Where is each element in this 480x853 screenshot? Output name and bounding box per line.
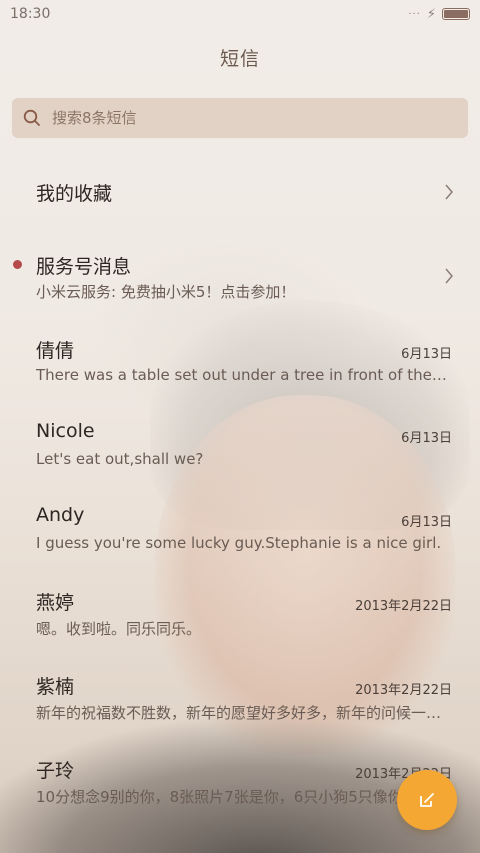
status-bar: 18:30 ··· ⚡ <box>0 0 480 28</box>
contact-name: 紫楠 <box>36 676 75 698</box>
message-preview: 嗯。收到啦。同乐同乐。 <box>36 620 202 638</box>
charging-icon: ⚡ <box>426 6 436 22</box>
contact-name: Andy <box>36 504 85 526</box>
service-name: 服务号消息 <box>36 256 132 278</box>
compose-button[interactable] <box>397 770 457 830</box>
message-preview: I guess you're some lucky guy.Stephanie … <box>36 534 442 552</box>
signal-icon: ··· <box>408 8 421 20</box>
conversation-row[interactable]: 燕婷 2013年2月22日 嗯。收到啦。同乐同乐。 <box>0 576 480 656</box>
search-icon <box>23 109 40 126</box>
unread-indicator <box>13 260 22 269</box>
favorites-label: 我的收藏 <box>36 183 113 205</box>
message-date: 6月13日 <box>401 431 452 446</box>
contact-name: 倩倩 <box>36 340 75 362</box>
page-title: 短信 <box>219 48 260 70</box>
chevron-right-icon <box>445 184 453 200</box>
message-preview: 新年的祝福数不胜数，新年的愿望好多好多，新年的问候一句就够 <box>36 704 450 722</box>
contact-name: 子玲 <box>36 760 75 782</box>
status-time: 18:30 <box>10 6 51 22</box>
conversation-row[interactable]: 倩倩 6月13日 There was a table set out under… <box>0 324 480 404</box>
message-preview: 10分想念9别的你，8张照片7张是你，6只小狗5只像你 <box>36 788 403 806</box>
battery-icon <box>442 8 470 20</box>
search-input[interactable] <box>52 109 432 127</box>
service-preview: 小米云服务: 免费抽小米5！点击参加！ <box>36 283 296 301</box>
messages-screen: 18:30 ··· ⚡ 短信 我的收藏 服务号消息 小米云服务: 免费抽小米5！… <box>0 0 480 853</box>
favorites-row[interactable]: 我的收藏 <box>0 160 480 224</box>
status-icons: ··· ⚡ <box>408 7 470 22</box>
service-messages-row[interactable]: 服务号消息 小米云服务: 免费抽小米5！点击参加！ <box>0 240 480 312</box>
conversation-row[interactable]: Andy 6月13日 I guess you're some lucky guy… <box>0 492 480 572</box>
message-preview: There was a table set out under a tree i… <box>36 366 450 384</box>
message-date: 2013年2月22日 <box>355 599 452 614</box>
battery-level <box>444 10 468 18</box>
compose-icon <box>420 793 434 807</box>
search-bar[interactable] <box>12 98 468 138</box>
message-preview: Let's eat out,shall we? <box>36 450 204 468</box>
contact-name: 燕婷 <box>36 592 75 614</box>
conversation-row[interactable]: 紫楠 2013年2月22日 新年的祝福数不胜数，新年的愿望好多好多，新年的问候一… <box>0 660 480 740</box>
message-date: 6月13日 <box>401 347 452 362</box>
chevron-right-icon <box>445 268 453 284</box>
message-date: 2013年2月22日 <box>355 683 452 698</box>
conversation-row[interactable]: Nicole 6月13日 Let's eat out,shall we? <box>0 408 480 488</box>
message-date: 6月13日 <box>401 515 452 530</box>
contact-name: Nicole <box>36 420 95 442</box>
